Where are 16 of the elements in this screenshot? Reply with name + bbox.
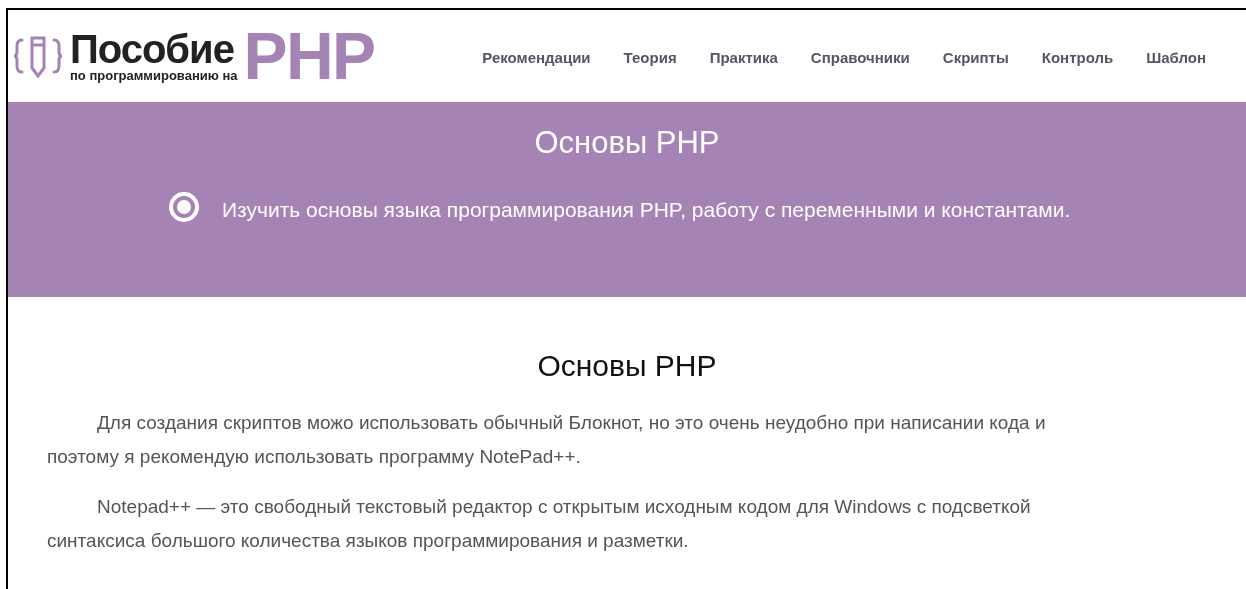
nav-link[interactable]: Шаблон [1146,46,1207,70]
logo-accent: PHP [243,23,375,89]
logo-title: Пособие [70,30,235,67]
banner-title: Основы PHP [534,124,720,162]
target-icon [168,190,200,223]
article-heading: Основы PHP [536,348,718,384]
nav-link[interactable]: Рекомендации [482,46,591,70]
nav-link[interactable]: Контроль [1041,46,1114,70]
goal-text: Изучить основы языка программирования PHP, работу с переменными и константами. [146,190,1071,228]
nav-link[interactable]: Скрипты [942,46,1009,70]
logo-subtitle: по программированию на [70,68,238,82]
nav-link[interactable]: Теория [623,46,677,70]
article-paragraph: Notepad++ — это свободный текстовый редактор с открытым исходным кодом для Windows с подсветкой синтаксиса большого количества языков программирования и разметки. [47,495,1032,553]
nav-link[interactable]: Практика [709,46,778,70]
nav-link[interactable]: Справочники [810,46,910,70]
article-paragraph: Для создания скриптов можо использовать обычный Блокнот, но это очень неудобно при написании кода и поэтому я рекомендую использовать программу NotePad++. [47,411,1047,469]
